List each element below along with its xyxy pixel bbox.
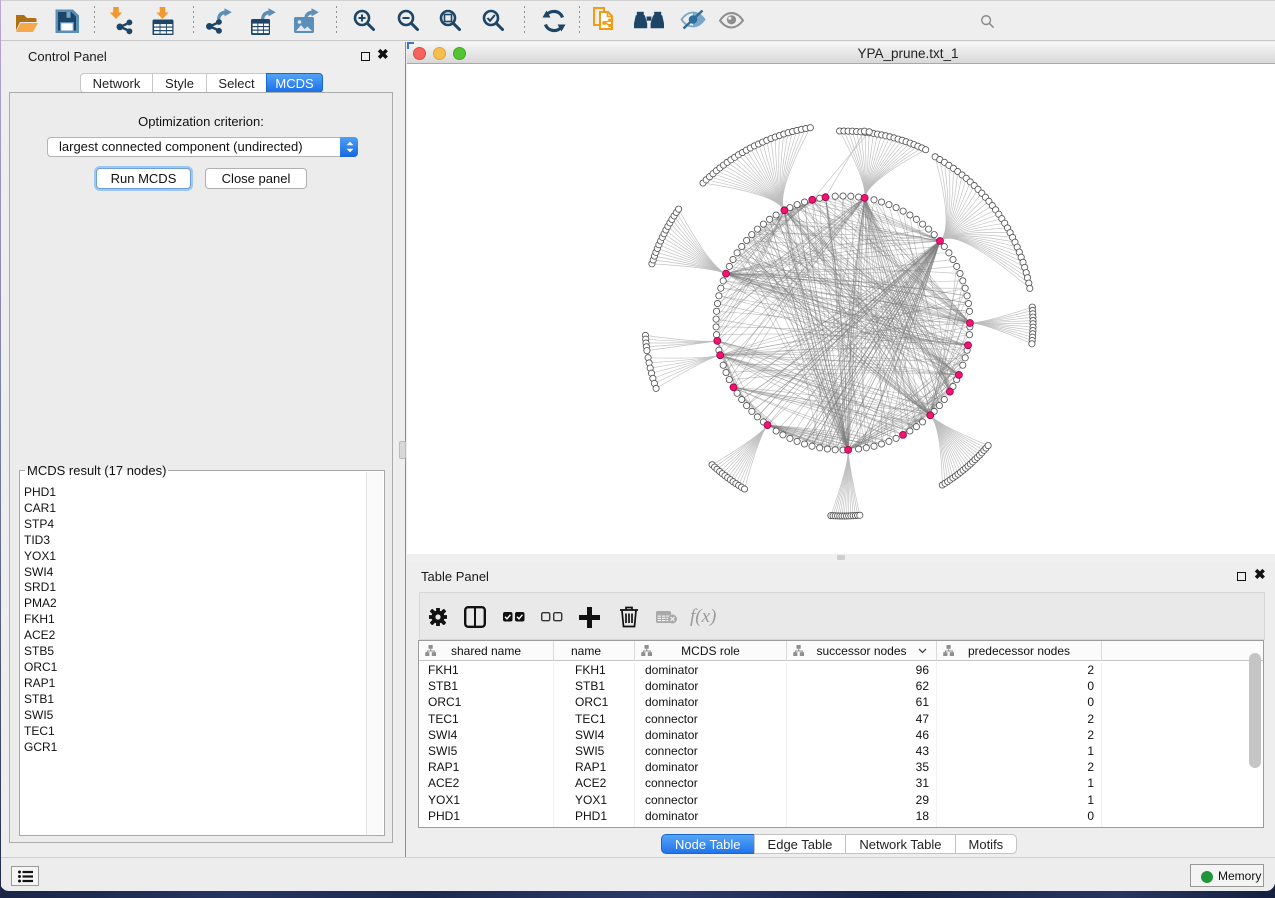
- svg-text:f(x): f(x): [690, 606, 716, 627]
